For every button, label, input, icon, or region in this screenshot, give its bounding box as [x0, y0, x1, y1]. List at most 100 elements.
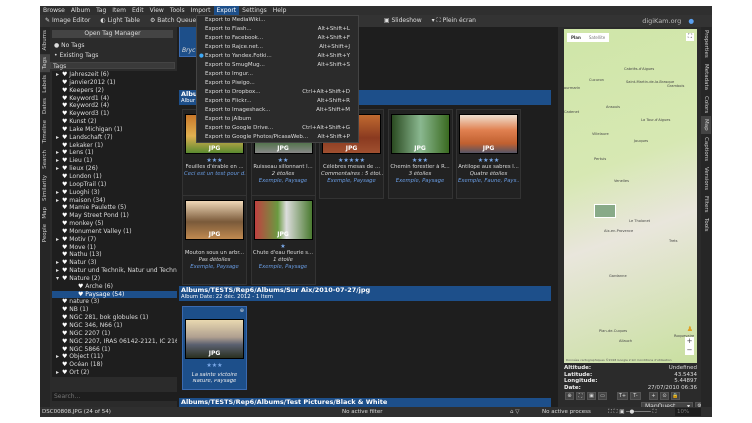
filter-icon[interactable]: ⌂ ▽	[510, 407, 519, 417]
tab-properties[interactable]: Properties	[701, 27, 711, 61]
menu-item[interactable]: Item	[109, 6, 129, 15]
zoom-fit-button[interactable]: ⊕	[565, 392, 574, 400]
menu-export[interactable]: Export	[213, 6, 240, 15]
tag-item[interactable]: ▸ ♥ Lieu (1)	[52, 157, 180, 165]
menu-item-export[interactable]: Export to Google Photos/PicasaWeb... Alt+…	[197, 133, 358, 142]
tag-search-input[interactable]: Search...	[52, 392, 180, 401]
tag-item[interactable]: ♥ Nathu (13)	[52, 251, 180, 259]
crosshair-button[interactable]: +	[649, 392, 658, 400]
tab-versions[interactable]: Versions	[701, 164, 711, 193]
sort-button[interactable]: ⊙	[660, 392, 669, 400]
tag-item[interactable]: ▸ ♥ Ort (2)	[52, 369, 180, 377]
tag-item[interactable]: ♥ Monument Valley (1)	[52, 228, 180, 236]
tag-item[interactable]: ♥ janvier2012 (1)	[52, 79, 180, 87]
tag-item[interactable]: ♥ NB (1)	[52, 306, 180, 314]
open-tag-manager-button[interactable]: Open Tag Manager	[52, 30, 173, 38]
tag-item[interactable]: ♥ May Street Pond (1)	[52, 212, 180, 220]
zoom-out-button[interactable]: −	[685, 346, 694, 355]
map-type-satellite[interactable]: Satellite	[585, 33, 609, 42]
tag-item[interactable]: ▸ ♥ Jahreszeit (6)	[52, 71, 180, 79]
tag-item[interactable]: ♥ Océan (18)	[52, 361, 180, 369]
zoom-level-input[interactable]: 10%	[675, 408, 701, 416]
tag-item[interactable]: ▸ ♥ Natur und Technik, Natur und Technik	[52, 267, 180, 275]
thumbnail-item[interactable]: JPG Mouton sous un arbr... Pas détoiles Exe…	[182, 195, 247, 285]
thumbnail-item[interactable]: JPG ★ Chute d'eau fleurie s... 1 étoile Exem…	[250, 195, 316, 285]
tag-item[interactable]: ♥ Keyword1 (4)	[52, 95, 180, 103]
tag-item[interactable]: ♥ NGC 2207 (1)	[52, 330, 180, 338]
tab-labels[interactable]: Labels	[40, 72, 50, 96]
tag-item[interactable]: ♥ nature (3)	[52, 298, 180, 306]
menu-item-export[interactable]: Export to Facebook... Alt+Shift+F	[197, 34, 358, 43]
menu-item-export[interactable]: Export to Imageshack... Alt+Shift+M	[197, 106, 358, 115]
decrease-thumb-button[interactable]: T-	[630, 392, 641, 400]
thumbnail-la-sainte-victoire[interactable]: ⊕ JPG ★★★ La sainte victoire Nature, Pay…	[182, 306, 247, 390]
menu-import[interactable]: Import	[188, 6, 214, 15]
fullscreen-map-icon[interactable]: ⛶	[686, 33, 694, 41]
thumbnail-item[interactable]: JPG ★★★★ Antilope aux sabres l... Quatre ét…	[456, 109, 521, 199]
tag-item[interactable]: ♥ NGC 281, bok globules (1)	[52, 314, 180, 322]
tag-item[interactable]: ♥ Keyword2 (4)	[52, 102, 180, 110]
tab-map[interactable]: Map	[701, 116, 711, 134]
no-tags-option[interactable]: ● No Tags	[50, 41, 175, 51]
map-view[interactable]: Plan Satellite ⛶ Cabriès-d'Aigues Cucuron S…	[564, 29, 697, 363]
tag-item[interactable]: ♥ monkey (5)	[52, 220, 180, 228]
tag-tree[interactable]: ▸ ♥ Jahreszeit (6) ♥ janvier2012 (1) ♥ Keep…	[52, 71, 180, 377]
tag-item[interactable]: ♥ Arche (6)	[52, 283, 180, 291]
tag-item[interactable]: ♥ Paysage (54)	[52, 290, 180, 299]
tag-item[interactable]: ▸ ♥ maison (34)	[52, 197, 180, 205]
menu-item-export[interactable]: Export to Flickr... Alt+Shift+R	[197, 97, 358, 106]
tag-item[interactable]: ▸ ♥ Natur (3)	[52, 259, 180, 267]
tag-item[interactable]: ▸ ♥ Landschaft (7)	[52, 134, 180, 142]
menu-album[interactable]: Album	[68, 6, 93, 15]
image-editor-button[interactable]: ✎ Image Editor	[40, 15, 95, 27]
select-button[interactable]: ⛶	[576, 392, 585, 400]
tab-people[interactable]: People	[40, 221, 50, 245]
menu-item-export[interactable]: Export to Google Drive... Ctrl+Alt+Shift+…	[197, 124, 358, 133]
menu-browse[interactable]: Browse	[40, 6, 68, 15]
tab-metadata[interactable]: Metadata	[701, 61, 711, 93]
thumbnail-button[interactable]: ▭	[598, 392, 607, 400]
existing-tags-option[interactable]: • Existing Tags	[50, 51, 175, 61]
tag-item[interactable]: ♥ Move (1)	[52, 244, 180, 252]
menu-item-export[interactable]: Export to Piwigo...	[197, 79, 358, 88]
menu-item-export[interactable]: Export to SmugMug... Alt+Shift+S	[197, 61, 358, 70]
menu-item-export[interactable]: Export to Flash... Alt+Shift+L	[197, 25, 358, 34]
tab-colors[interactable]: Colors	[701, 93, 711, 116]
menu-view[interactable]: View	[147, 6, 167, 15]
tag-item[interactable]: ♥ NGC 2207, IRAS 06142-2121, IC 2163	[52, 338, 180, 346]
tag-item[interactable]: ▸ ♥ Luoghi (3)	[52, 189, 180, 197]
tab-tools[interactable]: Tools	[701, 215, 711, 235]
tag-item[interactable]: ♥ Lekaker (1)	[52, 142, 180, 150]
tab-filters[interactable]: Filters	[701, 193, 711, 216]
menu-tag[interactable]: Tag	[93, 6, 109, 15]
tag-item[interactable]: ♥ NGC 346, N66 (1)	[52, 322, 180, 330]
menu-item-export[interactable]: Export to MediaWiki...	[197, 16, 358, 25]
menu-settings[interactable]: Settings	[239, 6, 270, 15]
tag-item[interactable]: ▸ ♥ Motiv (7)	[52, 236, 180, 244]
map-type-plan[interactable]: Plan	[567, 33, 585, 42]
menu-item-export[interactable]: Export to Dropbox... Ctrl+Alt+Shift+D	[197, 88, 358, 97]
tag-item[interactable]: ▸ ♥ lieux (26)	[52, 165, 180, 173]
tag-item[interactable]: ♥ NGC 5866 (1)	[52, 346, 180, 354]
menu-item-export[interactable]: Export to Imgur...	[197, 70, 358, 79]
lock-button[interactable]: 🔒	[671, 392, 680, 400]
zoom-controls[interactable]: ⛶ ⛶ ▣ ─●───── ⛶	[608, 407, 656, 417]
zoom-in-button[interactable]: +	[685, 337, 694, 346]
tab-similarity[interactable]: Similarity	[40, 172, 50, 204]
tag-item[interactable]: ▸ ♥ Object (11)	[52, 353, 180, 361]
tab-albums[interactable]: Albums	[40, 27, 50, 54]
tag-item[interactable]: ♥ Lake Michigan (1)	[52, 126, 180, 134]
tab-captions[interactable]: Captions	[701, 134, 711, 164]
tab-search[interactable]: Search	[40, 147, 50, 172]
light-table-button[interactable]: ◐ Light Table	[95, 15, 145, 27]
tag-item[interactable]: ♥ London (1)	[52, 173, 180, 181]
tab-timeline[interactable]: Timeline	[40, 117, 50, 146]
photo-marker[interactable]	[594, 204, 616, 218]
increase-thumb-button[interactable]: T+	[617, 392, 628, 400]
tag-item[interactable]: ♥ Keyword3 (1)	[52, 110, 180, 118]
menu-edit[interactable]: Edit	[129, 6, 147, 15]
tab-map[interactable]: Map	[40, 204, 50, 222]
tag-item[interactable]: ♥ Keepers (2)	[52, 87, 180, 95]
tag-item[interactable]: ♥ Mamie Paulette (5)	[52, 204, 180, 212]
slideshow-button[interactable]: ▣ Slideshow	[379, 15, 427, 27]
